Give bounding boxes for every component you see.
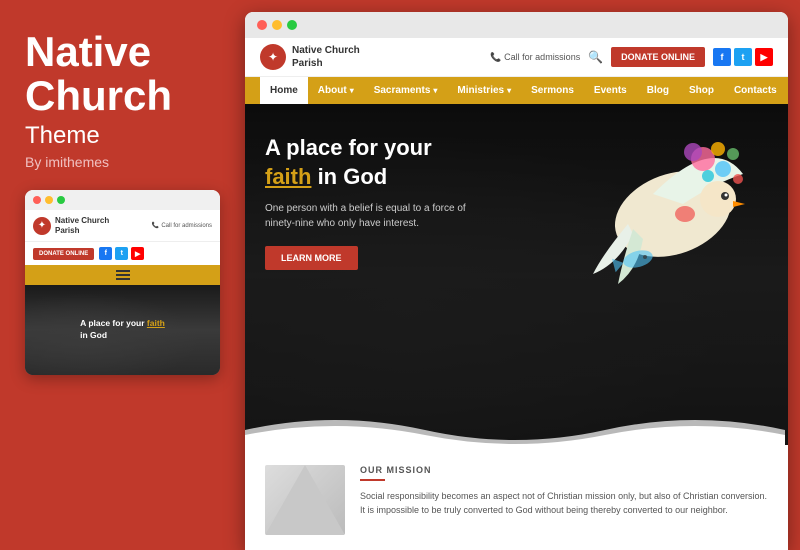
mobile-dot-yellow (45, 196, 53, 204)
mobile-hamburger[interactable] (25, 265, 220, 285)
mission-text-area: OUR MISSION Social responsibility become… (360, 465, 768, 518)
mobile-donate-row: DONATE ONLINE f t ▶ (25, 242, 220, 265)
mobile-donate-button[interactable]: DONATE ONLINE (33, 248, 94, 260)
site-nav: Home About ▾ Sacraments ▾ Ministries ▾ S… (245, 77, 788, 104)
mobile-social-icons: f t ▶ (99, 247, 144, 260)
mobile-header: ✦ Native ChurchParish 📞 Call for admissi… (25, 210, 220, 242)
nav-item-home[interactable]: Home (260, 77, 308, 104)
website-content: ✦ Native Church Parish 📞 Call for admiss… (245, 38, 788, 550)
site-hero: A place for your faith in God One person… (245, 104, 788, 445)
site-logo-icon: ✦ (260, 44, 286, 70)
site-donate-button[interactable]: DONATE ONLINE (611, 47, 705, 67)
mission-image (265, 465, 345, 535)
mobile-phone-icon: 📞 (152, 222, 159, 229)
nav-item-sermons[interactable]: Sermons (521, 77, 584, 104)
desktop-dot-red (257, 20, 267, 30)
mobile-hero-text: A place for your faithin God (70, 318, 175, 342)
mobile-dot-green (57, 196, 65, 204)
site-social-icons: f t ▶ (713, 48, 773, 66)
mobile-hero-faith-word: faith (147, 318, 165, 328)
site-facebook-icon[interactable]: f (713, 48, 731, 66)
hamburger-line-2 (116, 274, 130, 276)
mission-body: Social responsibility becomes an aspect … (360, 489, 768, 518)
desktop-browser-bar (245, 12, 788, 38)
nav-ministries-arrow: ▾ (507, 86, 511, 95)
nav-sacraments-arrow: ▾ (433, 86, 437, 95)
mobile-logo-area: ✦ Native ChurchParish (33, 216, 109, 235)
theme-title-line1: Native (25, 28, 151, 75)
site-header-right: 📞 Call for admissions 🔍 DONATE ONLINE f … (490, 47, 773, 67)
site-logo-area: ✦ Native Church Parish (260, 44, 360, 70)
hero-bird-illustration (573, 114, 773, 294)
site-search-icon[interactable]: 🔍 (588, 50, 603, 64)
theme-author: By imithemes (25, 154, 220, 170)
mobile-browser-bar (25, 190, 220, 210)
nav-item-about[interactable]: About ▾ (308, 77, 364, 104)
desktop-dot-green (287, 20, 297, 30)
hamburger-icon (116, 270, 130, 280)
site-hero-subtitle: One person with a belief is equal to a f… (265, 201, 485, 231)
hamburger-line-1 (116, 270, 130, 272)
mission-image-shape (265, 465, 345, 535)
mobile-hero: A place for your faithin God (25, 285, 220, 375)
nav-item-shop[interactable]: Shop (679, 77, 724, 104)
mobile-logo-icon: ✦ (33, 217, 51, 235)
left-panel: Native Church Theme By imithemes ✦ Nativ… (0, 0, 245, 550)
theme-title-block: Native Church Theme By imithemes (25, 30, 220, 170)
site-hero-button[interactable]: LEARN MORE (265, 246, 358, 270)
site-call-text: 📞 Call for admissions (490, 52, 580, 63)
nav-item-events[interactable]: Events (584, 77, 637, 104)
site-youtube-icon[interactable]: ▶ (755, 48, 773, 66)
mobile-twitter-icon[interactable]: t (115, 247, 128, 260)
hamburger-line-3 (116, 278, 130, 280)
site-hero-title: A place for your faith in God (265, 134, 524, 191)
nav-item-sacraments[interactable]: Sacraments ▾ (364, 77, 448, 104)
site-logo-text: Native Church Parish (292, 44, 360, 70)
nav-item-ministries[interactable]: Ministries ▾ (447, 77, 521, 104)
site-hero-faith-word: faith (265, 164, 311, 189)
nav-about-arrow: ▾ (350, 86, 354, 95)
mobile-youtube-icon[interactable]: ▶ (131, 247, 144, 260)
theme-title-line2: Church (25, 72, 172, 119)
mobile-preview: ✦ Native ChurchParish 📞 Call for admissi… (25, 190, 220, 375)
browser-window: ✦ Native Church Parish 📞 Call for admiss… (245, 12, 788, 550)
mobile-dot-red (33, 196, 41, 204)
theme-subtitle: Theme (25, 122, 220, 150)
site-phone-icon: 📞 (490, 52, 501, 63)
mission-section: OUR MISSION Social responsibility become… (245, 445, 788, 550)
mobile-call-text: 📞 Call for admissions (152, 222, 212, 229)
nav-item-contacts[interactable]: Contacts (724, 77, 787, 104)
wave-divider (245, 405, 785, 445)
mission-label: OUR MISSION (360, 465, 768, 475)
mission-divider (360, 479, 385, 481)
mobile-facebook-icon[interactable]: f (99, 247, 112, 260)
theme-title: Native Church (25, 30, 220, 118)
desktop-dot-yellow (272, 20, 282, 30)
site-twitter-icon[interactable]: t (734, 48, 752, 66)
nav-item-blog[interactable]: Blog (637, 77, 679, 104)
site-hero-content: A place for your faith in God One person… (245, 104, 544, 300)
mobile-logo-text: Native ChurchParish (55, 216, 109, 235)
site-header: ✦ Native Church Parish 📞 Call for admiss… (245, 38, 788, 77)
